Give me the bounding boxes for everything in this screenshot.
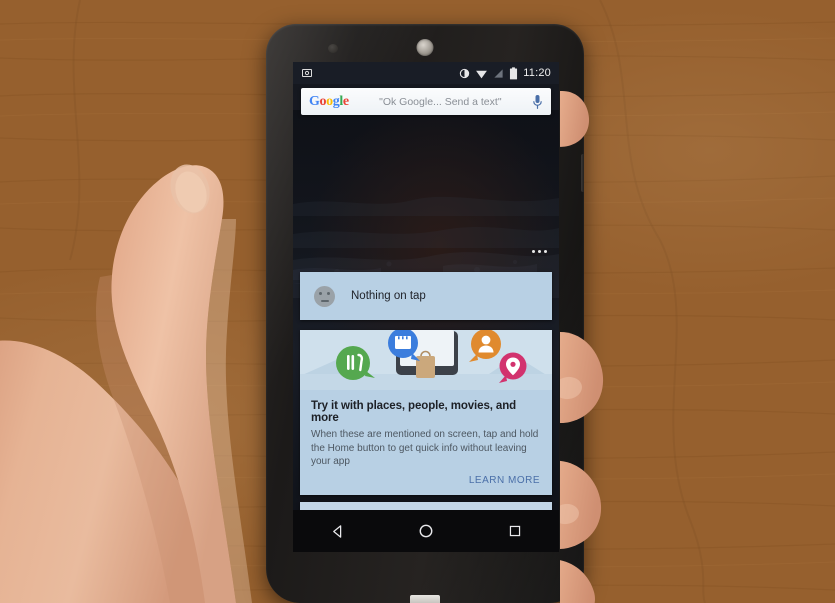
nothing-on-tap-label: Nothing on tap xyxy=(351,290,426,302)
try-it-card-body: Try it with places, people, movies, and … xyxy=(300,390,552,469)
google-logo: Google xyxy=(309,93,349,109)
status-bar-clock: 11:20 xyxy=(523,67,551,79)
circle-icon xyxy=(419,524,433,538)
nothing-on-tap-card[interactable]: Nothing on tap xyxy=(300,272,552,320)
right-hand-fingers xyxy=(560,91,604,603)
usb-cable-icon xyxy=(410,595,440,603)
do-not-disturb-icon xyxy=(460,68,470,78)
triangle-left-icon xyxy=(332,524,342,538)
home-button[interactable] xyxy=(412,517,440,545)
try-it-title: Try it with places, people, movies, and … xyxy=(311,400,517,424)
try-it-with-card[interactable]: Try it with places, people, movies, and … xyxy=(300,330,552,495)
sad-face-icon xyxy=(314,285,335,307)
status-bar-left-icons xyxy=(301,67,459,79)
smartphone-device: 11:20 Google "Ok Google... Send a text" xyxy=(266,24,584,603)
signal-icon xyxy=(494,68,503,78)
status-bar: 11:20 xyxy=(293,62,559,84)
navigation-bar xyxy=(293,510,559,552)
try-it-illustration xyxy=(300,330,552,390)
phone-screen: 11:20 Google "Ok Google... Send a text" xyxy=(293,62,559,510)
recents-button[interactable] xyxy=(501,517,529,545)
square-icon xyxy=(509,525,520,537)
status-bar-right-icons: 11:20 xyxy=(459,66,551,80)
photos-notification-icon xyxy=(302,69,312,77)
wifi-icon xyxy=(476,70,488,78)
partial-card[interactable] xyxy=(300,502,552,510)
battery-icon xyxy=(510,66,518,79)
more-options-icon[interactable] xyxy=(532,250,547,253)
back-button[interactable] xyxy=(323,517,351,545)
learn-more-link[interactable]: LEARN MORE xyxy=(469,475,540,486)
google-search-bar[interactable]: Google "Ok Google... Send a text" xyxy=(301,88,551,115)
microphone-icon[interactable] xyxy=(532,94,543,110)
front-camera-icon xyxy=(328,44,338,53)
try-it-description: When these are mentioned on screen, tap … xyxy=(311,429,539,467)
illustration-canvas xyxy=(300,330,552,390)
earpiece-speaker-icon xyxy=(416,39,434,56)
search-hint-text: "Ok Google... Send a text" xyxy=(379,95,502,108)
